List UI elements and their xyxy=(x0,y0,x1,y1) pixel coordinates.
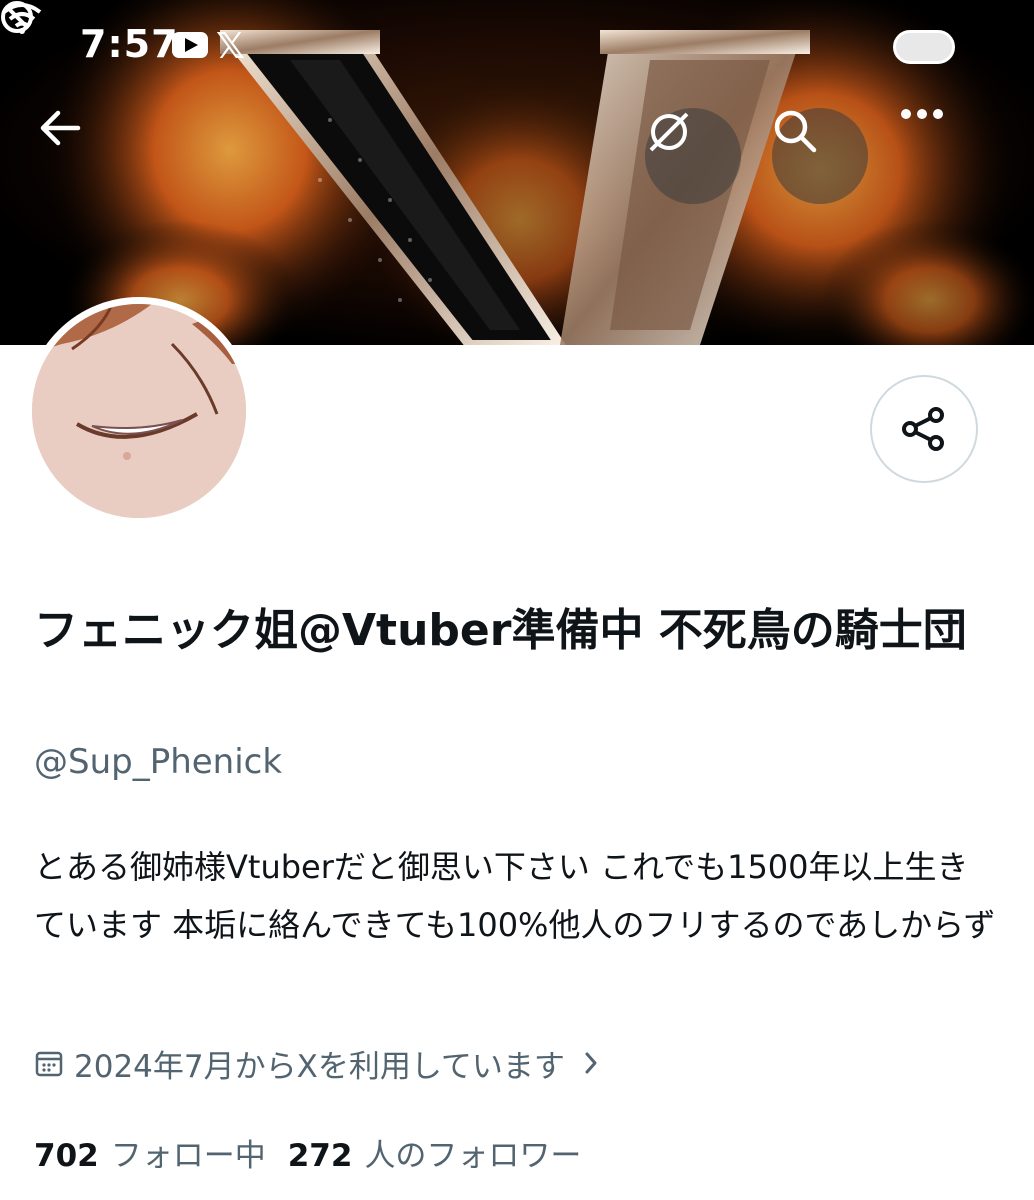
grok-button[interactable] xyxy=(645,108,741,204)
search-button[interactable] xyxy=(772,108,868,204)
avatar[interactable] xyxy=(25,297,253,525)
bio: とある御姉様Vtuberだと御思い下さい これでも1500年以上生きています 本… xyxy=(34,848,996,944)
avatar-image xyxy=(32,304,246,518)
joined-date[interactable]: 2024年7月からXを利用しています xyxy=(34,1040,601,1086)
do-not-disturb-icon xyxy=(1,1,33,33)
follow-stats: 702 フォロー中 272 人のフォロワー xyxy=(34,1130,581,1175)
following-label[interactable]: フォロー中 xyxy=(111,1130,266,1175)
youtube-icon xyxy=(172,32,208,58)
followers-label[interactable]: 人のフォロワー xyxy=(364,1130,581,1175)
share-icon xyxy=(902,407,944,451)
following-count[interactable]: 702 xyxy=(34,1138,99,1174)
profile-banner[interactable]: 7:57 𝕏 xyxy=(0,0,1034,345)
battery-icon xyxy=(893,30,955,64)
back-arrow-icon xyxy=(40,110,81,146)
search-icon xyxy=(774,110,817,153)
joined-label: 2024年7月からXを利用しています xyxy=(74,1048,565,1085)
handle: @Sup_Phenick xyxy=(34,742,283,782)
status-bar: 7:57 𝕏 xyxy=(0,0,1034,90)
more-icon xyxy=(901,109,943,119)
more-button[interactable] xyxy=(900,108,996,204)
status-clock: 7:57 xyxy=(80,22,179,66)
back-button[interactable] xyxy=(38,108,134,204)
followers-count[interactable]: 272 xyxy=(288,1138,353,1174)
display-name: フェニック姐@Vtuber準備中 不死鳥の騎士団 xyxy=(34,605,967,656)
share-button[interactable] xyxy=(870,375,978,483)
grok-icon xyxy=(649,112,689,152)
calendar-icon xyxy=(35,1051,63,1077)
x-logo-icon: 𝕏 xyxy=(216,26,246,67)
chevron-right-icon xyxy=(585,1052,597,1074)
